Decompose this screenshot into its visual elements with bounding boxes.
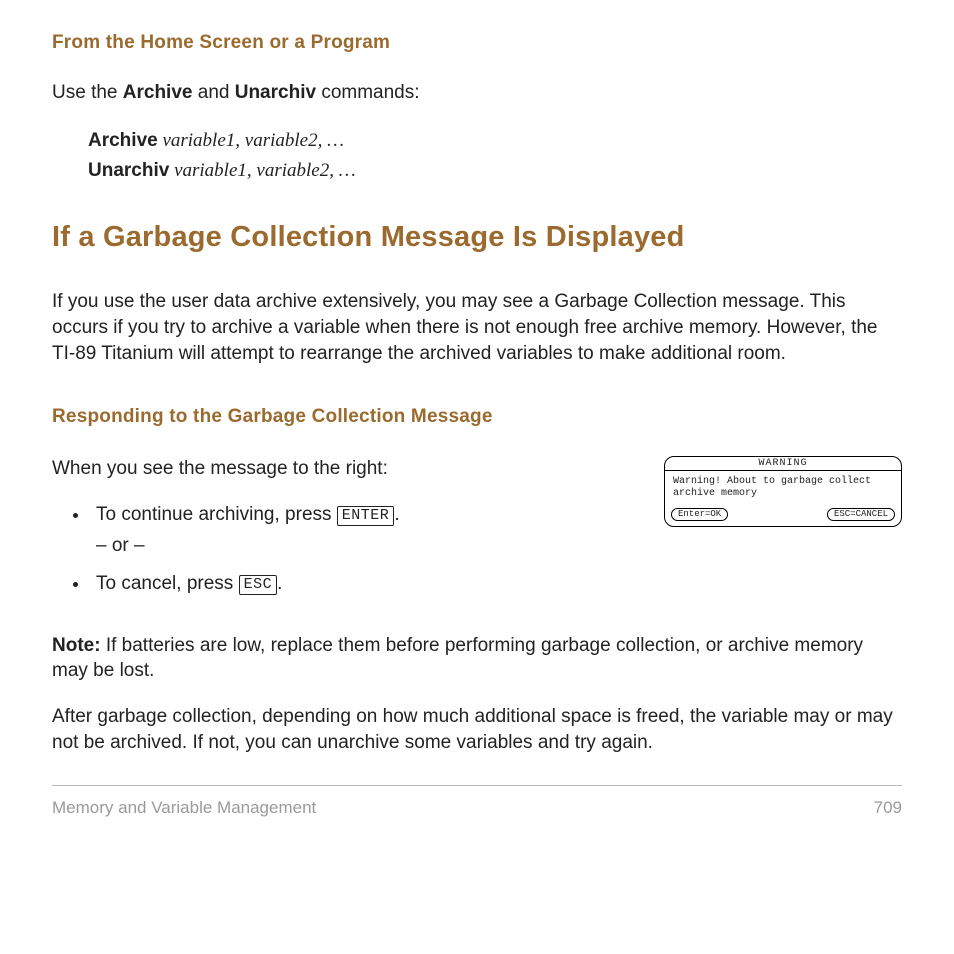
heading-responding: Responding to the Garbage Collection Mes… <box>52 406 902 428</box>
warning-cancel-button: ESC=CANCEL <box>827 508 895 521</box>
list-item: To cancel, press ESC. <box>90 571 642 597</box>
message-left-col: When you see the message to the right: T… <box>52 456 642 609</box>
command-args: variable1, variable2, … <box>158 130 344 151</box>
text-fragment: . <box>394 504 399 525</box>
intro-sentence: Use the Archive and Unarchiv commands: <box>52 80 902 106</box>
text-fragment: commands: <box>316 82 419 103</box>
command-name: Archive <box>88 130 158 151</box>
or-separator: – or – <box>96 533 642 559</box>
note-label: Note: <box>52 635 101 656</box>
lead-sentence: When you see the message to the right: <box>52 456 642 482</box>
key-esc: ESC <box>239 575 278 595</box>
footer-page-number: 709 <box>874 798 902 818</box>
heading-from-home-screen: From the Home Screen or a Program <box>52 32 902 54</box>
message-row: When you see the message to the right: T… <box>52 456 902 609</box>
warning-body: Warning! About to garbage collect archiv… <box>665 471 901 506</box>
keyword-archive: Archive <box>123 82 193 103</box>
text-fragment: and <box>192 82 234 103</box>
note-text: If batteries are low, replace them befor… <box>52 635 863 682</box>
page-footer: Memory and Variable Management 709 <box>52 798 902 818</box>
document-page: From the Home Screen or a Program Use th… <box>0 0 954 848</box>
footer-chapter: Memory and Variable Management <box>52 798 316 818</box>
after-paragraph: After garbage collection, depending on h… <box>52 704 902 755</box>
key-enter: ENTER <box>337 506 395 526</box>
footer-divider <box>52 785 902 786</box>
command-name: Unarchiv <box>88 160 169 181</box>
text-fragment: To continue archiving, press <box>96 504 337 525</box>
heading-garbage-collection: If a Garbage Collection Message Is Displ… <box>52 220 902 255</box>
warning-title: WARNING <box>665 457 901 471</box>
command-block: Archive variable1, variable2, … Unarchiv… <box>88 126 902 187</box>
command-args: variable1, variable2, … <box>169 160 355 181</box>
text-fragment: Use the <box>52 82 123 103</box>
warning-dialog: WARNING Warning! About to garbage collec… <box>664 456 902 527</box>
text-fragment: . <box>277 573 282 594</box>
warning-button-row: Enter=OK ESC=CANCEL <box>665 506 901 526</box>
response-list: To continue archiving, press ENTER. – or… <box>52 502 642 597</box>
command-line-unarchiv: Unarchiv variable1, variable2, … <box>88 156 902 186</box>
list-item: To continue archiving, press ENTER. – or… <box>90 502 642 559</box>
warning-dialog-graphic: WARNING Warning! About to garbage collec… <box>664 456 902 527</box>
command-line-archive: Archive variable1, variable2, … <box>88 126 902 156</box>
text-fragment: To cancel, press <box>96 573 239 594</box>
note-paragraph: Note: If batteries are low, replace them… <box>52 633 902 684</box>
warning-ok-button: Enter=OK <box>671 508 728 521</box>
paragraph-gc-explain: If you use the user data archive extensi… <box>52 289 902 366</box>
keyword-unarchiv: Unarchiv <box>235 82 316 103</box>
